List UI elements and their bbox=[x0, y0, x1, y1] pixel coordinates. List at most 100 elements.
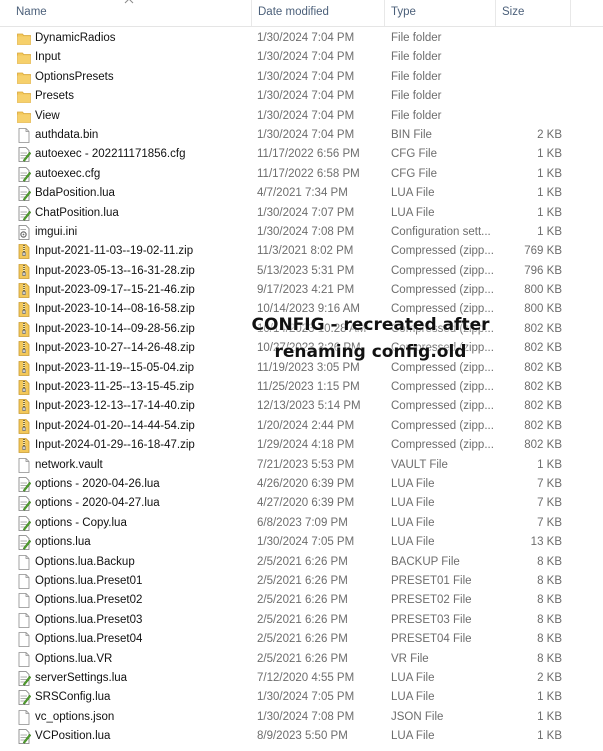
text-file-icon bbox=[17, 147, 32, 163]
file-row[interactable]: imgui.ini 1/30/2024 7:08 PM Configuration … bbox=[0, 223, 603, 242]
file-size: 1 KB bbox=[537, 458, 562, 471]
text-file-icon bbox=[17, 205, 32, 221]
file-row[interactable]: autoexec - 202211171856.cfg 11/17/2022 6:… bbox=[0, 145, 603, 164]
file-row[interactable]: Options.lua.Backup 2/5/2021 6:26 PM BACKUP… bbox=[0, 553, 603, 572]
file-date-modified: 1/30/2024 7:04 PM bbox=[257, 109, 355, 122]
file-row[interactable]: Input-2023-12-13--17-14-40.zip 12/13/2023… bbox=[0, 397, 603, 416]
file-size: 8 KB bbox=[537, 613, 562, 626]
file-type: Compressed (zipp... bbox=[391, 400, 494, 413]
zip-folder-icon bbox=[17, 302, 31, 318]
file-size: 800 KB bbox=[524, 303, 562, 316]
file-name: Input-2023-12-13--17-14-40.zip bbox=[35, 400, 195, 413]
zip-folder-icon bbox=[17, 360, 31, 376]
file-row[interactable]: Input-2023-05-13--16-31-28.zip 5/13/2023 … bbox=[0, 262, 603, 281]
file-row[interactable]: ChatPosition.lua 1/30/2024 7:07 PM LUA Fil… bbox=[0, 204, 603, 223]
file-size: 802 KB bbox=[524, 419, 562, 432]
file-name: options - 2020-04-26.lua bbox=[35, 477, 160, 490]
zip-folder-icon bbox=[17, 263, 31, 279]
file-icon bbox=[17, 651, 31, 667]
file-size: 1 KB bbox=[537, 206, 562, 219]
file-name: Input-2023-11-19--15-05-04.zip bbox=[35, 361, 194, 374]
file-row[interactable]: Options.lua.Preset04 2/5/2021 6:26 PM PRES… bbox=[0, 630, 603, 649]
file-row[interactable]: autoexec.cfg 11/17/2022 6:58 PM CFG File 1 … bbox=[0, 165, 603, 184]
file-name: ChatPosition.lua bbox=[35, 206, 119, 219]
file-row[interactable]: View 1/30/2024 7:04 PM File folder bbox=[0, 107, 603, 126]
file-name: network.vault bbox=[35, 458, 103, 471]
file-row[interactable]: authdata.bin 1/30/2024 7:04 PM BIN File 2 K… bbox=[0, 126, 603, 145]
file-row[interactable]: Options.lua.Preset02 2/5/2021 6:26 PM PRES… bbox=[0, 591, 603, 610]
file-date-modified: 1/30/2024 7:05 PM bbox=[257, 536, 355, 549]
file-date-modified: 4/27/2020 6:39 PM bbox=[257, 497, 355, 510]
file-type: LUA File bbox=[391, 691, 435, 704]
file-name: Input-2023-10-14--09-28-56.zip bbox=[35, 322, 195, 335]
text-file-icon bbox=[17, 690, 32, 706]
file-row[interactable]: network.vault 7/21/2023 5:53 PM VAULT File… bbox=[0, 456, 603, 475]
file-type: Compressed (zipp... bbox=[391, 419, 494, 432]
file-name: options - 2020-04-27.lua bbox=[35, 497, 160, 510]
column-divider[interactable] bbox=[570, 0, 571, 26]
file-row[interactable]: Presets 1/30/2024 7:04 PM File folder bbox=[0, 87, 603, 106]
file-row[interactable]: options - Copy.lua 6/8/2023 7:09 PM LUA Fi… bbox=[0, 514, 603, 533]
file-row[interactable]: SRSConfig.lua 1/30/2024 7:05 PM LUA File 1 … bbox=[0, 688, 603, 707]
file-type: LUA File bbox=[391, 187, 435, 200]
file-date-modified: 2/5/2021 6:26 PM bbox=[257, 555, 348, 568]
file-row[interactable]: serverSettings.lua 7/12/2020 4:55 PM LUA F… bbox=[0, 669, 603, 688]
file-size: 769 KB bbox=[524, 245, 562, 258]
file-name: OptionsPresets bbox=[35, 70, 114, 83]
folder-icon bbox=[17, 50, 31, 65]
file-name: Options.lua.Preset02 bbox=[35, 594, 143, 607]
file-name: Presets bbox=[35, 90, 74, 103]
file-row[interactable]: Input-2024-01-29--16-18-47.zip 1/29/2024 … bbox=[0, 436, 603, 455]
file-date-modified: 7/12/2020 4:55 PM bbox=[257, 671, 355, 684]
file-row[interactable]: Input 1/30/2024 7:04 PM File folder bbox=[0, 48, 603, 67]
file-row[interactable]: Input-2023-11-25--13-15-45.zip 11/25/2023… bbox=[0, 378, 603, 397]
file-row[interactable]: Input-2023-09-17--15-21-46.zip 9/17/2023 … bbox=[0, 281, 603, 300]
file-date-modified: 1/30/2024 7:08 PM bbox=[257, 225, 355, 238]
column-header-size[interactable]: Size bbox=[496, 0, 570, 26]
file-date-modified: 5/13/2023 5:31 PM bbox=[257, 264, 355, 277]
file-row[interactable]: Options.lua.Preset03 2/5/2021 6:26 PM PRES… bbox=[0, 611, 603, 630]
text-file-icon bbox=[17, 670, 32, 686]
file-type: LUA File bbox=[391, 206, 435, 219]
file-row[interactable]: Options.lua.VR 2/5/2021 6:26 PM VR File 8 K… bbox=[0, 650, 603, 669]
file-row[interactable]: options - 2020-04-26.lua 4/26/2020 6:39 P… bbox=[0, 475, 603, 494]
file-icon bbox=[17, 574, 31, 589]
file-size: 802 KB bbox=[524, 361, 562, 374]
file-name: View bbox=[35, 109, 60, 122]
file-name: Input-2023-09-17--15-21-46.zip bbox=[35, 284, 195, 297]
file-icon bbox=[17, 709, 31, 725]
file-type: VAULT File bbox=[391, 458, 448, 471]
file-name: Input-2024-01-29--16-18-47.zip bbox=[35, 439, 195, 452]
file-row[interactable]: BdaPosition.lua 4/7/2021 7:34 PM LUA File 1… bbox=[0, 184, 603, 203]
column-header-name[interactable]: Name bbox=[10, 0, 250, 26]
file-row[interactable]: Options.lua.Preset01 2/5/2021 6:26 PM PRES… bbox=[0, 572, 603, 591]
file-row[interactable]: DynamicRadios 1/30/2024 7:04 PM File folde… bbox=[0, 29, 603, 48]
file-row[interactable]: Input-2024-01-20--14-44-54.zip 1/20/2024 … bbox=[0, 417, 603, 436]
file-row[interactable]: OptionsPresets 1/30/2024 7:04 PM File fold… bbox=[0, 68, 603, 87]
file-date-modified: 4/26/2020 6:39 PM bbox=[257, 477, 355, 490]
file-icon bbox=[17, 128, 31, 143]
file-size: 1 KB bbox=[537, 691, 562, 704]
file-size: 8 KB bbox=[537, 594, 562, 607]
zip-folder-icon bbox=[17, 341, 31, 357]
column-header-date[interactable]: Date modified bbox=[252, 0, 384, 26]
file-name: imgui.ini bbox=[35, 225, 78, 238]
column-header-type[interactable]: Type bbox=[385, 0, 495, 26]
file-row[interactable]: options - 2020-04-27.lua 4/27/2020 6:39 P… bbox=[0, 494, 603, 513]
file-name: Options.lua.Preset03 bbox=[35, 613, 143, 626]
file-row[interactable]: VCPosition.lua 8/9/2023 5:50 PM LUA File 1 … bbox=[0, 727, 603, 746]
file-row[interactable]: vc_options.json 1/30/2024 7:08 PM JSON Fil… bbox=[0, 708, 603, 727]
file-name: Input-2024-01-20--14-44-54.zip bbox=[35, 419, 195, 432]
file-type: PRESET03 File bbox=[391, 613, 472, 626]
text-file-icon bbox=[17, 496, 32, 512]
file-list: DynamicRadios 1/30/2024 7:04 PM File folde… bbox=[0, 29, 603, 746]
file-row[interactable]: options.lua 1/30/2024 7:05 PM LUA File 13 K… bbox=[0, 533, 603, 552]
file-type: CFG File bbox=[391, 167, 437, 180]
file-row[interactable]: Input-2021-11-03--19-02-11.zip 11/3/2021 … bbox=[0, 242, 603, 261]
file-size: 8 KB bbox=[537, 652, 562, 665]
file-size: 8 KB bbox=[537, 633, 562, 646]
zip-folder-icon bbox=[17, 321, 31, 337]
file-type: Compressed (zipp... bbox=[391, 381, 494, 394]
text-file-icon bbox=[17, 186, 32, 202]
file-name: options - Copy.lua bbox=[35, 516, 127, 529]
